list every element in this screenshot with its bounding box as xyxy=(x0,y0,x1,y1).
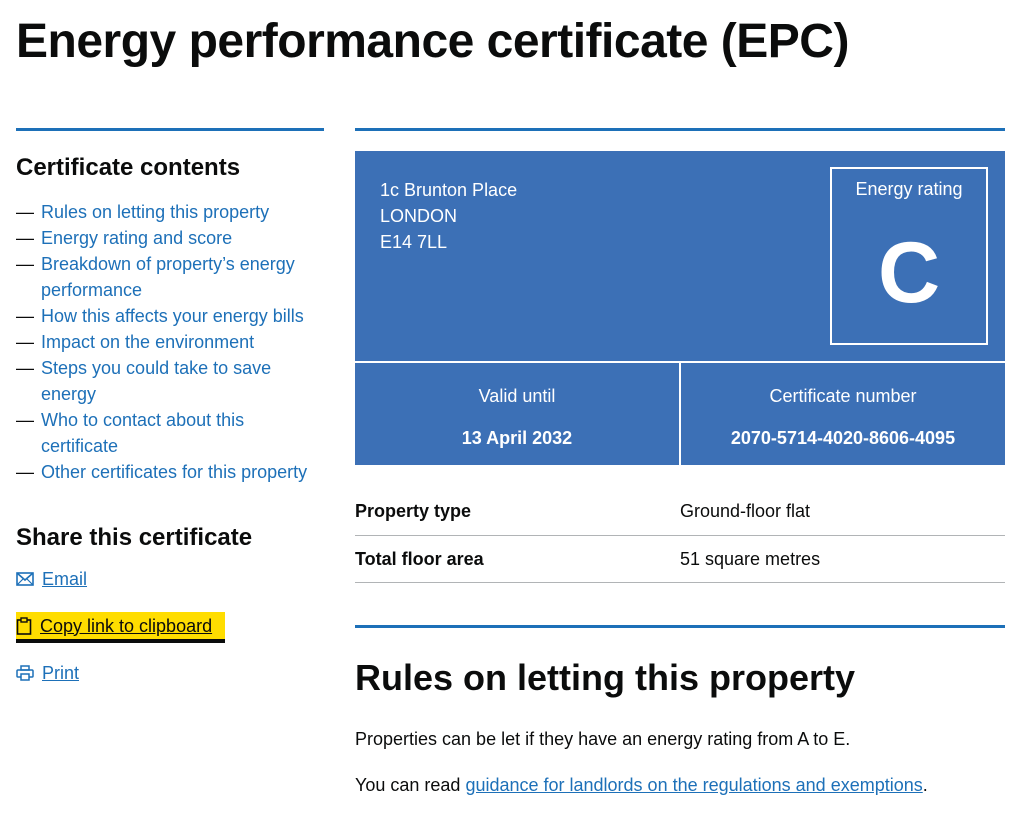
summary-row: Total floor area 51 square metres xyxy=(355,536,1005,583)
section-divider xyxy=(355,625,1005,628)
clipboard-icon xyxy=(16,616,32,635)
contents-link-bills[interactable]: How this affects your energy bills xyxy=(41,306,304,326)
email-label: Email xyxy=(42,568,88,589)
print-link[interactable]: Print xyxy=(16,659,324,686)
energy-rating-label: Energy rating xyxy=(855,179,963,199)
valid-until-cell: Valid until 13 April 2032 xyxy=(355,363,679,465)
contents-link-rating[interactable]: Energy rating and score xyxy=(41,228,232,248)
contents-item: — Rules on letting this property xyxy=(16,202,270,222)
guidance-suffix: . xyxy=(922,775,928,795)
valid-until-value: 13 April 2032 xyxy=(461,428,573,448)
summary-key: Property type xyxy=(355,501,472,521)
energy-rating-letter: C xyxy=(877,225,941,321)
contents-item: — Breakdown of property’s energy performa… xyxy=(16,254,295,300)
summary-value: 51 square metres xyxy=(680,548,821,569)
contents-link-breakdown[interactable]: Breakdown of property’s energy performan… xyxy=(41,254,295,300)
contents-link-rules[interactable]: Rules on letting this property xyxy=(41,202,269,222)
main-content: 1c Brunton Place LONDON E14 7LL Energy r… xyxy=(355,128,1005,798)
summary-row: Property type Ground-floor flat xyxy=(355,492,1005,536)
certificate-number-cell: Certificate number 2070-5714-4020-8606-4… xyxy=(679,363,1005,465)
summary-value: Ground-floor flat xyxy=(680,501,811,521)
letting-rules-text: Properties can be let if they have an en… xyxy=(355,729,851,749)
contents-item: — Energy rating and score xyxy=(16,228,233,248)
address-line-2: LONDON xyxy=(380,206,458,226)
energy-rating-box: Energy rating C xyxy=(830,167,988,345)
contents-link-other-certificates[interactable]: Other certificates for this property xyxy=(41,462,307,482)
contents-item: — Who to contact about this certificate xyxy=(16,410,245,456)
copy-link-button[interactable]: Copy link to clipboard xyxy=(16,612,225,639)
contents-link-environment[interactable]: Impact on the environment xyxy=(41,332,254,352)
epc-summary-card: 1c Brunton Place LONDON E14 7LL Energy r… xyxy=(355,151,1005,465)
copy-link-label: Copy link to clipboard xyxy=(40,615,213,636)
contents-link-steps[interactable]: Steps you could take to save energy xyxy=(41,358,271,404)
share-heading: Share this certificate xyxy=(16,524,253,551)
contents-item: — How this affects your energy bills xyxy=(16,306,304,326)
address-postcode: E14 7LL xyxy=(380,232,448,252)
certificate-number-value: 2070-5714-4020-8606-4095 xyxy=(730,428,956,448)
sidebar: Certificate contents — Rules on letting t… xyxy=(16,128,324,706)
contents-item: — Impact on the environment xyxy=(16,332,255,352)
email-link[interactable]: Email xyxy=(16,565,324,592)
guidance-prefix: You can read xyxy=(355,775,466,795)
top-divider xyxy=(355,128,1005,131)
contents-item: — Other certificates for this property xyxy=(16,462,308,482)
valid-until-label: Valid until xyxy=(478,386,556,406)
summary-key: Total floor area xyxy=(355,548,484,569)
property-address: 1c Brunton Place LONDON E14 7LL xyxy=(380,177,517,255)
contents-item: — Steps you could take to save energy xyxy=(16,358,272,404)
printer-icon xyxy=(16,664,34,681)
guidance-paragraph: You can read guidance for landlords on t… xyxy=(355,772,1005,798)
guidance-link[interactable]: guidance for landlords on the regulation… xyxy=(465,775,922,795)
page-title: Energy performance certificate (EPC) xyxy=(16,15,849,68)
contents-heading: Certificate contents xyxy=(16,154,241,181)
contents-link-contact[interactable]: Who to contact about this certificate xyxy=(41,410,244,456)
contents-list: — Rules on letting this property — Energy … xyxy=(16,199,324,485)
address-line-1: 1c Brunton Place xyxy=(380,180,518,200)
envelope-icon xyxy=(16,571,34,586)
property-summary-list: Property type Ground-floor flat Total fl… xyxy=(355,492,1005,583)
epc-card-bottom: Valid until 13 April 2032 Certificate nu… xyxy=(355,363,1005,465)
epc-card-top: 1c Brunton Place LONDON E14 7LL Energy r… xyxy=(355,151,1005,363)
certificate-number-label: Certificate number xyxy=(769,386,917,406)
print-label: Print xyxy=(42,662,80,683)
letting-rules-heading: Rules on letting this property xyxy=(355,657,856,698)
